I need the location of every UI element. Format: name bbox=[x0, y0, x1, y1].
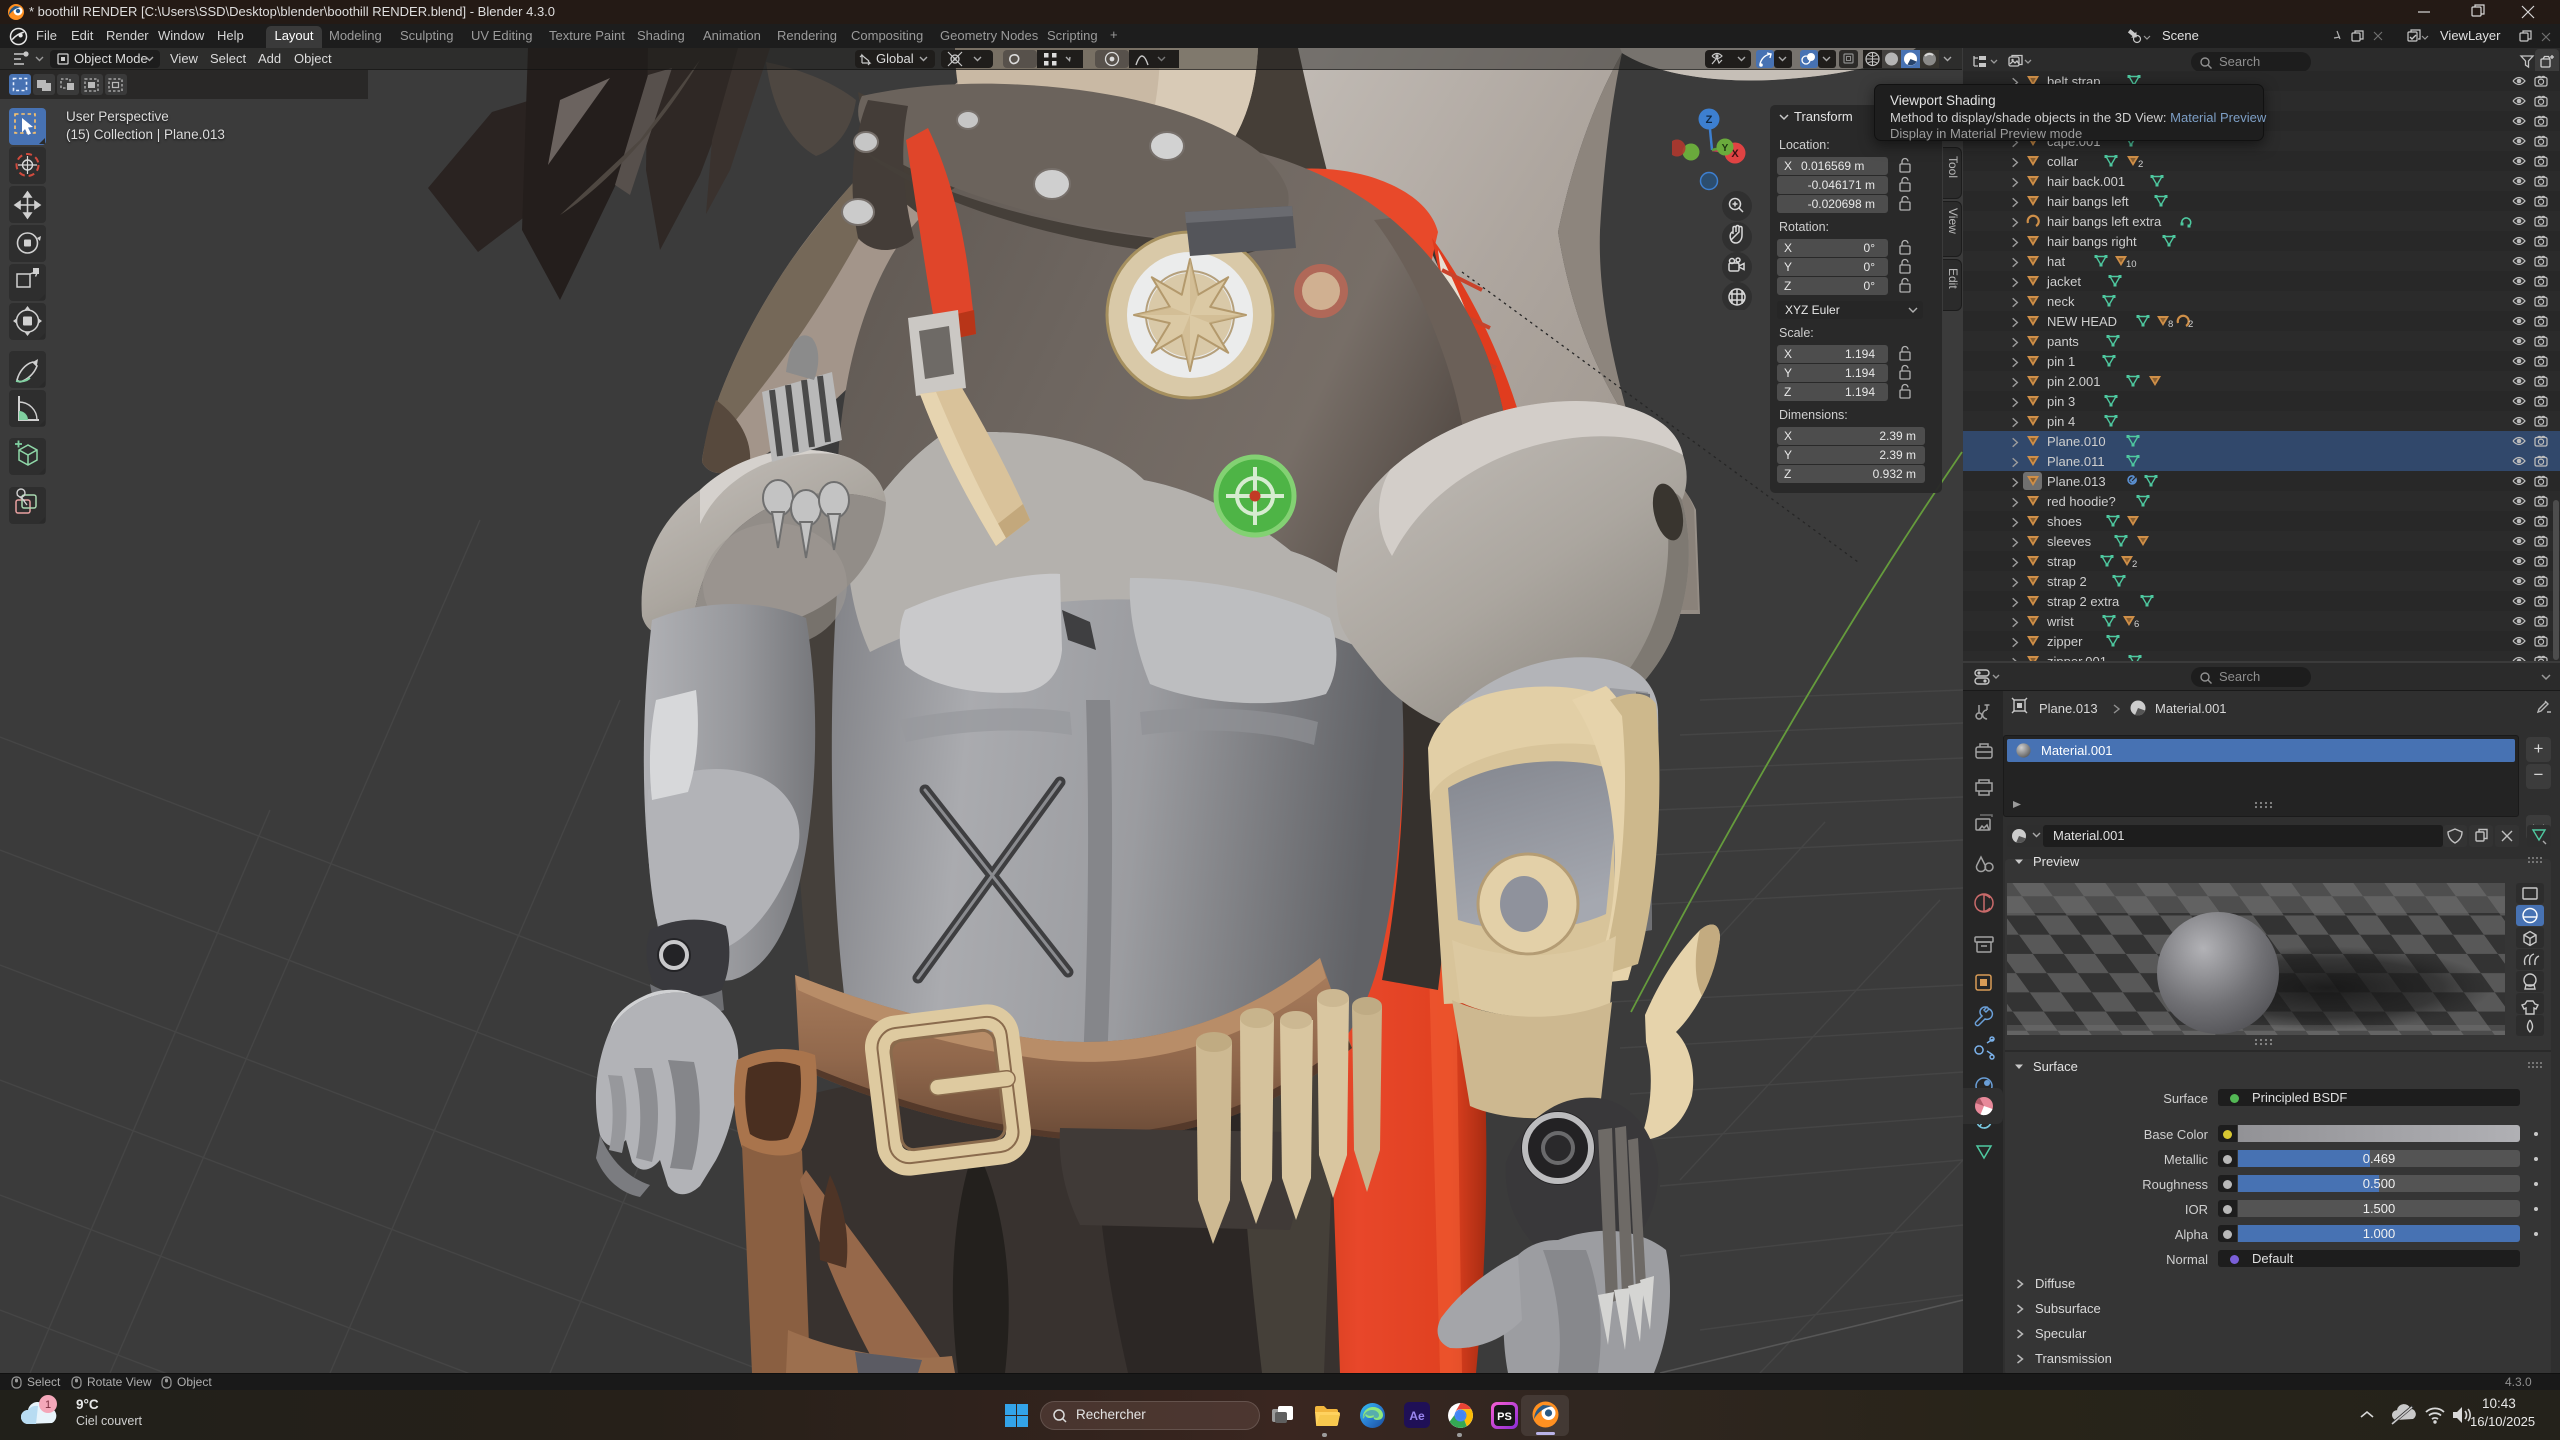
svg-text:Y: Y bbox=[1722, 143, 1729, 154]
svg-text:Add: Add bbox=[258, 51, 281, 66]
svg-text:Global: Global bbox=[876, 51, 914, 66]
svg-text:PS: PS bbox=[1497, 1411, 1512, 1423]
svg-text:1: 1 bbox=[45, 1399, 51, 1411]
svg-text:Object: Object bbox=[294, 51, 332, 66]
svg-text:Ae: Ae bbox=[1409, 1409, 1425, 1423]
svg-text:View: View bbox=[170, 51, 199, 66]
svg-text:Z: Z bbox=[1706, 114, 1713, 126]
svg-text:Select: Select bbox=[210, 51, 247, 66]
svg-text:Object Mode: Object Mode bbox=[74, 51, 148, 66]
